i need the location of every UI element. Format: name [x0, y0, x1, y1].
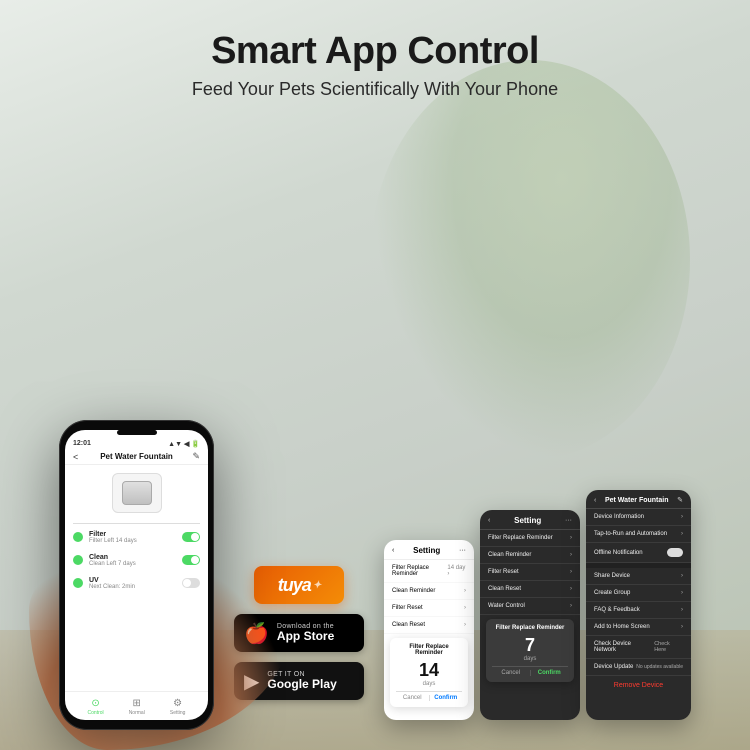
phone-mockup: 12:01 ▲▼ ◀ 🔋 < Pet Water Fountain ✎	[59, 420, 214, 730]
offline-toggle[interactable]	[667, 548, 683, 557]
google-play-label: Google Play	[267, 678, 336, 691]
ss3-icons: ✎	[677, 496, 683, 504]
screenshot-2: ‹ Setting ··· Filter Replace Reminder › …	[480, 510, 580, 720]
ss2-row-4: Clean Reset ›	[480, 581, 580, 598]
clean-sub: Clean Left 7 days	[89, 561, 176, 567]
setting-icon: ⚙	[172, 697, 184, 709]
filter-label: Filter	[89, 531, 176, 538]
filter-toggle[interactable]	[182, 532, 200, 542]
ss2-dialog-buttons: Cancel Confirm	[492, 666, 568, 676]
filter-sub: Filter Left 14 days	[89, 538, 176, 544]
uv-item: UV Next Clean: 2min	[65, 572, 208, 595]
main-area: 12:01 ▲▼ ◀ 🔋 < Pet Water Fountain ✎	[0, 110, 750, 750]
ss3-row-2: Tap-to-Run and Automation ›	[586, 526, 691, 543]
ss3-back: ‹	[594, 497, 596, 504]
ss2-row-1: Filter Replace Reminder ›	[480, 530, 580, 547]
phone-edit-btn[interactable]: ✎	[192, 451, 200, 462]
phone-status-bar: 12:01 ▲▼ ◀ 🔋	[65, 437, 208, 449]
ss3-row-3: Share Device ›	[586, 568, 691, 585]
main-title: Smart App Control	[192, 30, 558, 73]
uv-toggle[interactable]	[182, 578, 200, 588]
ss2-dialog-number: 7	[492, 635, 568, 656]
app-screenshots: ‹ Setting ··· Filter Replace Reminder 14…	[384, 490, 691, 720]
nav-control[interactable]: ⊙ Control	[88, 697, 104, 716]
screenshot-3: ‹ Pet Water Fountain ✎ Device Informatio…	[586, 490, 691, 720]
ss2-row-2: Clean Reminder ›	[480, 547, 580, 564]
filter-info: Filter Filter Left 14 days	[89, 531, 176, 544]
fountain-icon	[122, 481, 152, 505]
uv-sub: Next Clean: 2min	[89, 584, 176, 590]
ss2-header: ‹ Setting ···	[480, 510, 580, 530]
remove-device-btn[interactable]: Remove Device	[586, 676, 691, 695]
clean-label: Clean	[89, 554, 176, 561]
device-icon-container	[112, 473, 162, 513]
separator	[73, 523, 200, 524]
ss2-row-3: Filter Reset ›	[480, 564, 580, 581]
ss1-confirm-btn[interactable]: Confirm	[429, 695, 463, 701]
uv-label: UV	[89, 577, 176, 584]
phone-device: 12:01 ▲▼ ◀ 🔋 < Pet Water Fountain ✎	[59, 420, 214, 730]
ss2-cancel-btn[interactable]: Cancel	[492, 670, 530, 676]
ss1-dialog-unit: days	[396, 681, 462, 687]
ss2-icons: ···	[565, 517, 572, 524]
ss1-header: ‹ Setting ···	[384, 540, 474, 560]
ss3-row-5: FAQ & Feedback ›	[586, 602, 691, 619]
uv-info: UV Next Clean: 2min	[89, 577, 176, 590]
ss3-row-7: Check Device Network Check Here	[586, 636, 691, 659]
ss1-title: Setting	[413, 546, 440, 555]
control-icon: ⊙	[90, 697, 102, 709]
phone-indicators: ▲▼ ◀ 🔋	[168, 440, 200, 448]
ss3-header: ‹ Pet Water Fountain ✎	[586, 490, 691, 509]
ss1-dialog: Filter Replace Reminder 14 days Cancel C…	[390, 638, 468, 707]
ss1-row-2: Clean Reminder ›	[384, 583, 474, 600]
ss3-row-6: Add to Home Screen ›	[586, 619, 691, 636]
ss3-row-1: Device Information ›	[586, 509, 691, 526]
phone-back-btn[interactable]: <	[73, 452, 78, 462]
phone-time: 12:01	[73, 440, 91, 448]
phone-screen: 12:01 ▲▼ ◀ 🔋 < Pet Water Fountain ✎	[65, 430, 208, 720]
ss1-cancel-btn[interactable]: Cancel	[396, 695, 429, 701]
clean-info: Clean Clean Left 7 days	[89, 554, 176, 567]
nav-normal[interactable]: ⊞ Normal	[129, 697, 145, 716]
phone-notch	[117, 430, 157, 435]
phone-device-image	[65, 465, 208, 521]
ss1-icons: ···	[459, 547, 466, 554]
ss3-title: Pet Water Fountain	[605, 497, 669, 504]
subtitle: Feed Your Pets Scientifically With Your …	[192, 79, 558, 100]
ss1-dialog-buttons: Cancel Confirm	[396, 691, 462, 701]
ss1-back: ‹	[392, 547, 394, 554]
clean-toggle[interactable]	[182, 555, 200, 565]
ss1-dialog-number: 14	[396, 660, 462, 681]
ss2-confirm-btn[interactable]: Confirm	[530, 670, 569, 676]
ss1-dialog-title: Filter Replace Reminder	[396, 644, 462, 656]
ss1-row-4: Clean Reset ›	[384, 617, 474, 634]
clean-item: Clean Clean Left 7 days	[65, 549, 208, 572]
ss3-toggle-row: Offline Notification	[586, 543, 691, 563]
nav-setting[interactable]: ⚙ Setting	[170, 697, 186, 716]
ss2-dialog: Filter Replace Reminder 7 days Cancel Co…	[486, 619, 574, 682]
page-content: Smart App Control Feed Your Pets Scienti…	[0, 0, 750, 750]
screenshot-1: ‹ Setting ··· Filter Replace Reminder 14…	[384, 540, 474, 720]
ss3-row-8: Device Update No updates available	[586, 659, 691, 676]
uv-dot	[73, 578, 83, 588]
ss2-dialog-title: Filter Replace Reminder	[492, 625, 568, 631]
clean-dot	[73, 555, 83, 565]
ss2-title: Setting	[514, 516, 541, 525]
ss2-dialog-unit: days	[492, 656, 568, 662]
ss2-row-5: Water Control ›	[480, 598, 580, 615]
google-play-text: GET IT ON Google Play	[267, 671, 336, 691]
ss2-back: ‹	[488, 517, 490, 524]
ss3-offline-label: Offline Notification	[594, 550, 643, 556]
phone-bottom-nav: ⊙ Control ⊞ Normal ⚙ Setting	[65, 691, 208, 720]
normal-icon: ⊞	[131, 697, 143, 709]
filter-dot	[73, 532, 83, 542]
header: Smart App Control Feed Your Pets Scienti…	[192, 0, 558, 110]
filter-item: Filter Filter Left 14 days	[65, 526, 208, 549]
phone-screen-title: Pet Water Fountain	[100, 452, 173, 461]
ss3-row-4: Create Group ›	[586, 585, 691, 602]
ss1-row-3: Filter Reset ›	[384, 600, 474, 617]
phone-title-bar: < Pet Water Fountain ✎	[65, 449, 208, 465]
ss1-row-1: Filter Replace Reminder 14 day ›	[384, 560, 474, 583]
